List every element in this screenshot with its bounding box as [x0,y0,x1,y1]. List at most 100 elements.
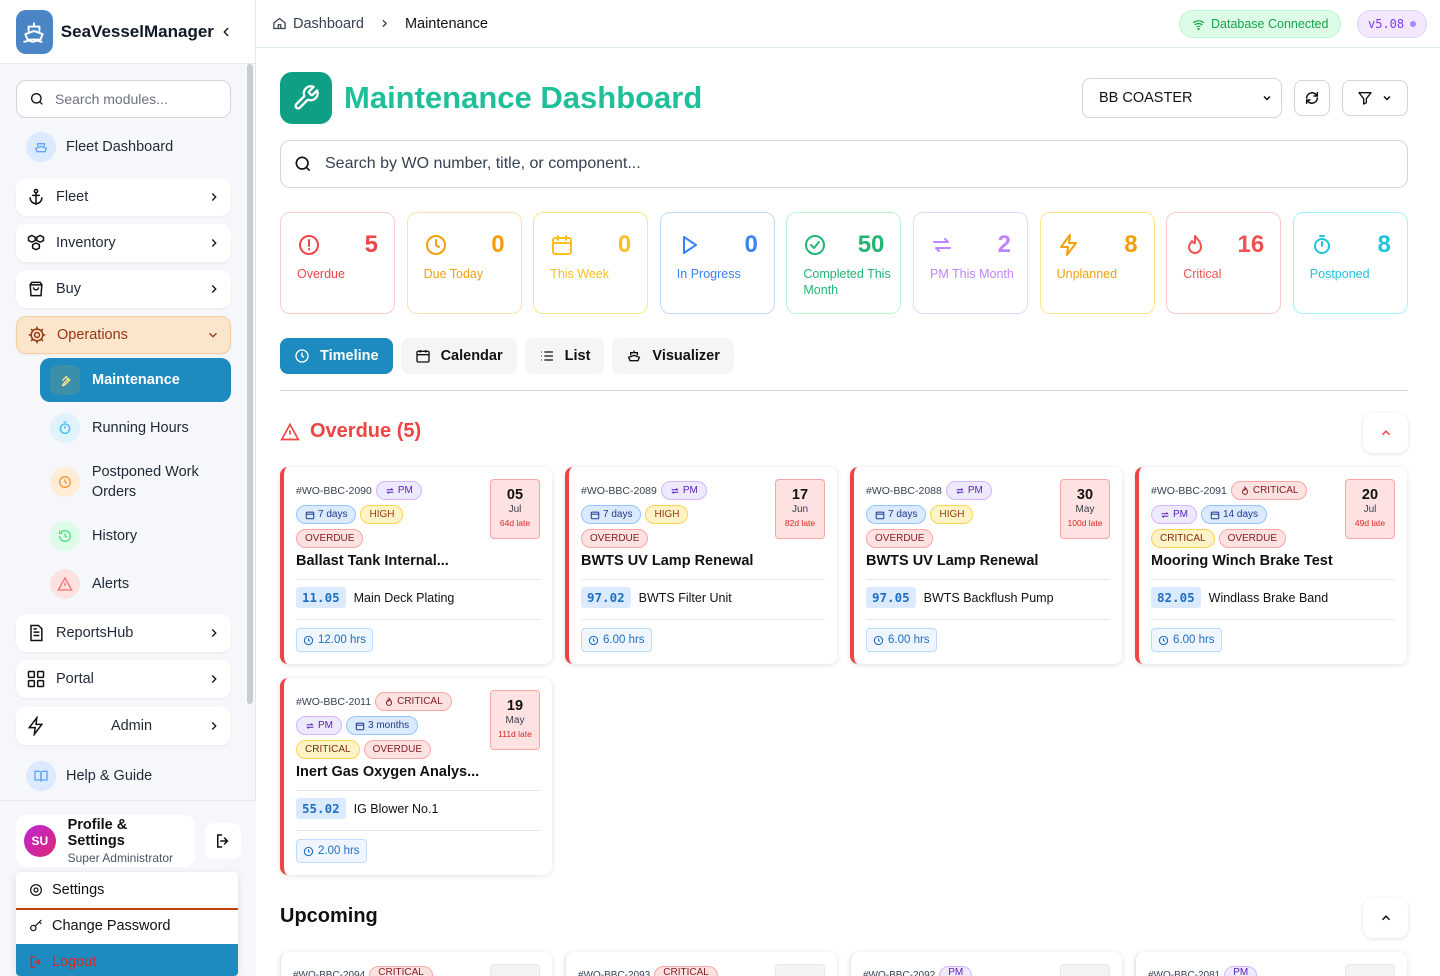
maintenance-wrench-icon [280,72,332,124]
view-tabs: Timeline Calendar List Visualizer [280,338,734,374]
sidebar-item-label: Operations [57,327,128,343]
due-month: Jun [791,504,809,515]
work-order-card[interactable]: #WO-BBC-2089 PM 7 days HIGH OVERDUE 17 Jun 82d … [565,467,837,664]
sidebar-item-inventory[interactable]: Inventory [16,224,231,262]
sidebar-subitem-alerts[interactable]: Alerts [40,567,231,601]
upcoming-work-order-card[interactable]: #WO-BBC-2094 CRITICAL [280,952,552,976]
work-order-number: #WO-BBC-2091 [1151,484,1227,497]
stat-card-critical[interactable]: 16 Critical [1166,212,1282,314]
tag-14-days: 14 days [1201,505,1268,524]
settings-menu-item[interactable]: Settings [16,872,238,910]
clock-icon [1158,635,1169,645]
stat-card-due-today[interactable]: 0 Due Today [406,212,522,314]
stat-card-this-week[interactable]: 0 This Week [533,212,649,314]
work-order-card[interactable]: #WO-BBC-2011 CRITICAL PM 3 months CRITICAL OV… [280,678,552,875]
stat-value: 0 [744,231,758,258]
tab-visualizer[interactable]: Visualizer [612,338,734,374]
vessel-select[interactable]: BB COASTER [1082,78,1282,118]
module-search-input[interactable]: Search modules... [16,80,231,118]
tab-list[interactable]: List [524,338,605,374]
sidebar-subitem-postponed-work-orders[interactable]: Postponed Work Orders [40,462,231,502]
work-order-card[interactable]: #WO-BBC-2088 PM 7 days HIGH OVERDUE 30 May 100d… [850,467,1122,664]
work-order-title: BWTS UV Lamp Renewal [581,553,754,569]
upcoming-collapse-button[interactable] [1363,898,1408,938]
stat-card-postponed[interactable]: 8 Postponed [1292,212,1408,314]
tag: PM [1224,966,1258,976]
work-order-search-input[interactable]: Search by WO number, title, or component… [280,140,1408,188]
refresh-button[interactable] [1294,80,1330,116]
chevron-right-icon [211,193,217,201]
change-password-menu-item[interactable]: Change Password [16,908,238,944]
sidebar-scrollbar[interactable] [247,64,253,704]
stat-card-in-progress[interactable]: 0 In Progress [659,212,775,314]
version-badge: v5.08 [1357,10,1428,38]
logout-icon [217,834,229,848]
sidebar-item-admin[interactable]: Admin [16,707,231,745]
component-row: 82.05 Windlass Brake Band [1151,587,1328,608]
logout-menu-item[interactable]: Logout [16,944,238,976]
chevron-down-icon [1263,95,1271,101]
tag-overdue: OVERDUE [363,740,432,759]
stat-card-overdue[interactable]: 5 Overdue [280,212,395,314]
stat-card-completed-this-month[interactable]: 50 Completed This Month [786,212,902,314]
tag-pm: PM [660,481,707,500]
sidebar-subitem-maintenance[interactable]: Maintenance [40,358,231,402]
anchor-icon [29,188,43,206]
tab-timeline[interactable]: Timeline [280,338,393,374]
refresh-icon [1305,91,1319,105]
sidebar-item-operations[interactable]: Operations [16,316,231,354]
profile-card[interactable]: SU Profile & Settings Super Administrato… [16,815,195,867]
flame-icon [1188,235,1203,254]
upcoming-work-order-card[interactable]: #WO-BBC-2081 PM [1135,952,1407,976]
sidebar-subitem-running-hours[interactable]: Running Hours [40,411,231,445]
clock-icon [303,635,314,645]
profile-name: Profile & Settings [67,817,128,849]
sidebar-subitem-label: History [92,528,138,544]
due-day: 17 [791,487,809,503]
sidebar-subitem-label: Postponed Work Orders [91,464,199,500]
logout-label: Logout [52,954,97,970]
sidebar-item-reportshub[interactable]: ReportsHub [16,614,231,652]
stat-card-unplanned[interactable]: 8 Unplanned [1039,212,1155,314]
due-date-box [490,964,540,976]
clock-icon [303,846,314,856]
sidebar-item-buy[interactable]: Buy [16,270,231,308]
component-name: Windlass Brake Band [1208,590,1329,605]
work-order-card[interactable]: #WO-BBC-2090 PM 7 days HIGH OVERDUE 05 Jul 64d … [280,467,552,664]
work-order-number: #WO-BBC-2089 [581,484,657,497]
upcoming-work-order-card[interactable]: #WO-BBC-2093 CRITICAL [565,952,837,976]
tag-3-months: 3 months [346,716,419,735]
sidebar-item-label: Buy [56,281,81,297]
due-day: 05 [506,487,524,503]
tag-overdue: OVERDUE [866,529,934,548]
stat-card-pm-this-month[interactable]: 2 PM This Month [913,212,1028,314]
work-order-card[interactable]: #WO-BBC-2091 CRITICAL PM 14 days CRITICAL OVE… [1135,467,1407,664]
sidebar-item-fleet-dashboard[interactable]: Fleet Dashboard [16,128,231,166]
upcoming-work-order-card[interactable]: #WO-BBC-2092 PM [850,952,1122,976]
chevron-right-icon [211,722,217,730]
sidebar-subitem-history[interactable]: History [40,519,231,553]
tag-high: HIGH [645,505,689,524]
flame-icon [386,696,393,706]
estimated-hours: 6.00 hrs [888,634,930,646]
sidebar-item-portal[interactable]: Portal [16,660,231,698]
tag-label: OVERDUE [305,533,355,544]
tab-calendar[interactable]: Calendar [400,338,517,374]
repeat-icon [933,238,951,252]
sidebar-item-help-guide[interactable]: Help & Guide [16,757,231,795]
collapse-sidebar-button[interactable] [213,16,239,47]
overdue-collapse-button[interactable] [1363,413,1408,453]
work-order-title: Inert Gas Oxygen Analys... [296,764,480,780]
tag-pm: PM [945,481,992,500]
logout-icon-button[interactable] [205,823,241,859]
breadcrumb-dashboard[interactable]: Dashboard [293,16,364,32]
tag: PM [939,966,973,976]
sidebar-item-fleet[interactable]: Fleet [16,178,231,216]
stat-label: Unplanned [1056,267,1118,281]
upcoming-section-title: Upcoming [280,905,378,927]
filter-button[interactable] [1342,80,1408,116]
due-date-box [1345,964,1395,976]
work-order-number: #WO-BBC-2092 [863,970,936,976]
estimated-hours: 6.00 hrs [1173,634,1215,646]
tag-critical: CRITICAL [1230,481,1308,500]
